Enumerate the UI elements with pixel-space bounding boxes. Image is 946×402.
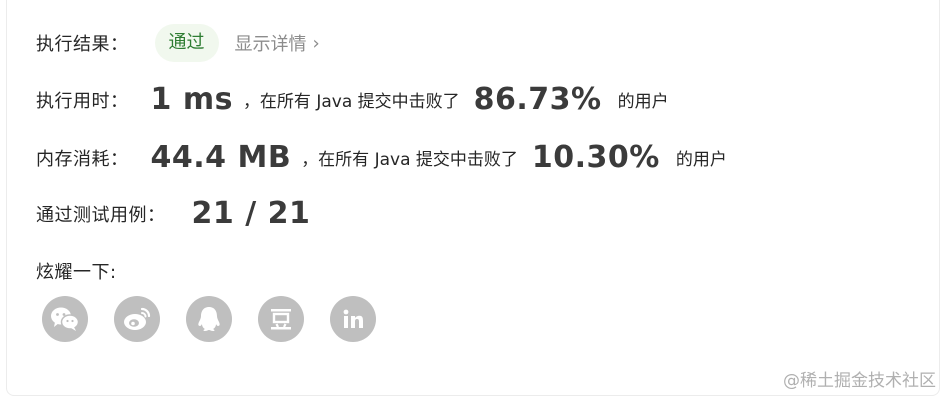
memory-suffix: 的用户	[675, 150, 727, 170]
qq-icon	[198, 307, 220, 331]
result-label: 执行结果：	[36, 34, 129, 55]
weibo-icon	[124, 307, 151, 330]
tests-row: 通过测试用例： 21 / 21	[36, 196, 310, 231]
share-douban-button[interactable]	[258, 296, 304, 342]
wechat-icon	[51, 307, 80, 331]
tests-value: 21 / 21	[191, 196, 311, 231]
share-buttons	[42, 296, 402, 342]
status-badge: 通过	[154, 24, 219, 62]
runtime-percent: 86.73%	[473, 82, 602, 117]
memory-percent: 10.30%	[531, 140, 660, 175]
memory-beat-text: ，在所有 Java 提交中击败了	[301, 150, 518, 170]
share-row: 炫耀一下:	[36, 258, 117, 284]
show-details-label: 显示详情	[234, 34, 307, 55]
share-label: 炫耀一下:	[36, 262, 117, 283]
tests-label: 通过测试用例：	[36, 204, 166, 226]
result-row: 执行结果： 通过 显示详情 ›	[36, 24, 320, 62]
share-qq-button[interactable]	[186, 296, 232, 342]
runtime-beat-text: ，在所有 Java 提交中击败了	[242, 92, 460, 112]
chevron-right-icon: ›	[312, 32, 320, 54]
share-linkedin-button[interactable]	[330, 296, 376, 342]
share-weibo-button[interactable]	[114, 296, 160, 342]
show-details-link[interactable]: 显示详情 ›	[235, 30, 320, 56]
memory-value: 44.4 MB	[150, 140, 292, 175]
watermark: @稀土掘金技术社区	[783, 371, 936, 391]
runtime-label: 执行用时：	[36, 90, 129, 112]
runtime-suffix: 的用户	[617, 92, 669, 112]
memory-row: 内存消耗： 44.4 MB ，在所有 Java 提交中击败了 10.30% 的用…	[36, 140, 727, 175]
linkedin-icon	[343, 309, 363, 328]
memory-label: 内存消耗：	[36, 148, 129, 170]
douban-icon	[271, 309, 291, 330]
share-wechat-button[interactable]	[42, 296, 88, 342]
runtime-row: 执行用时： 1 ms ，在所有 Java 提交中击败了 86.73% 的用户	[36, 82, 669, 117]
runtime-value: 1 ms	[150, 82, 233, 117]
